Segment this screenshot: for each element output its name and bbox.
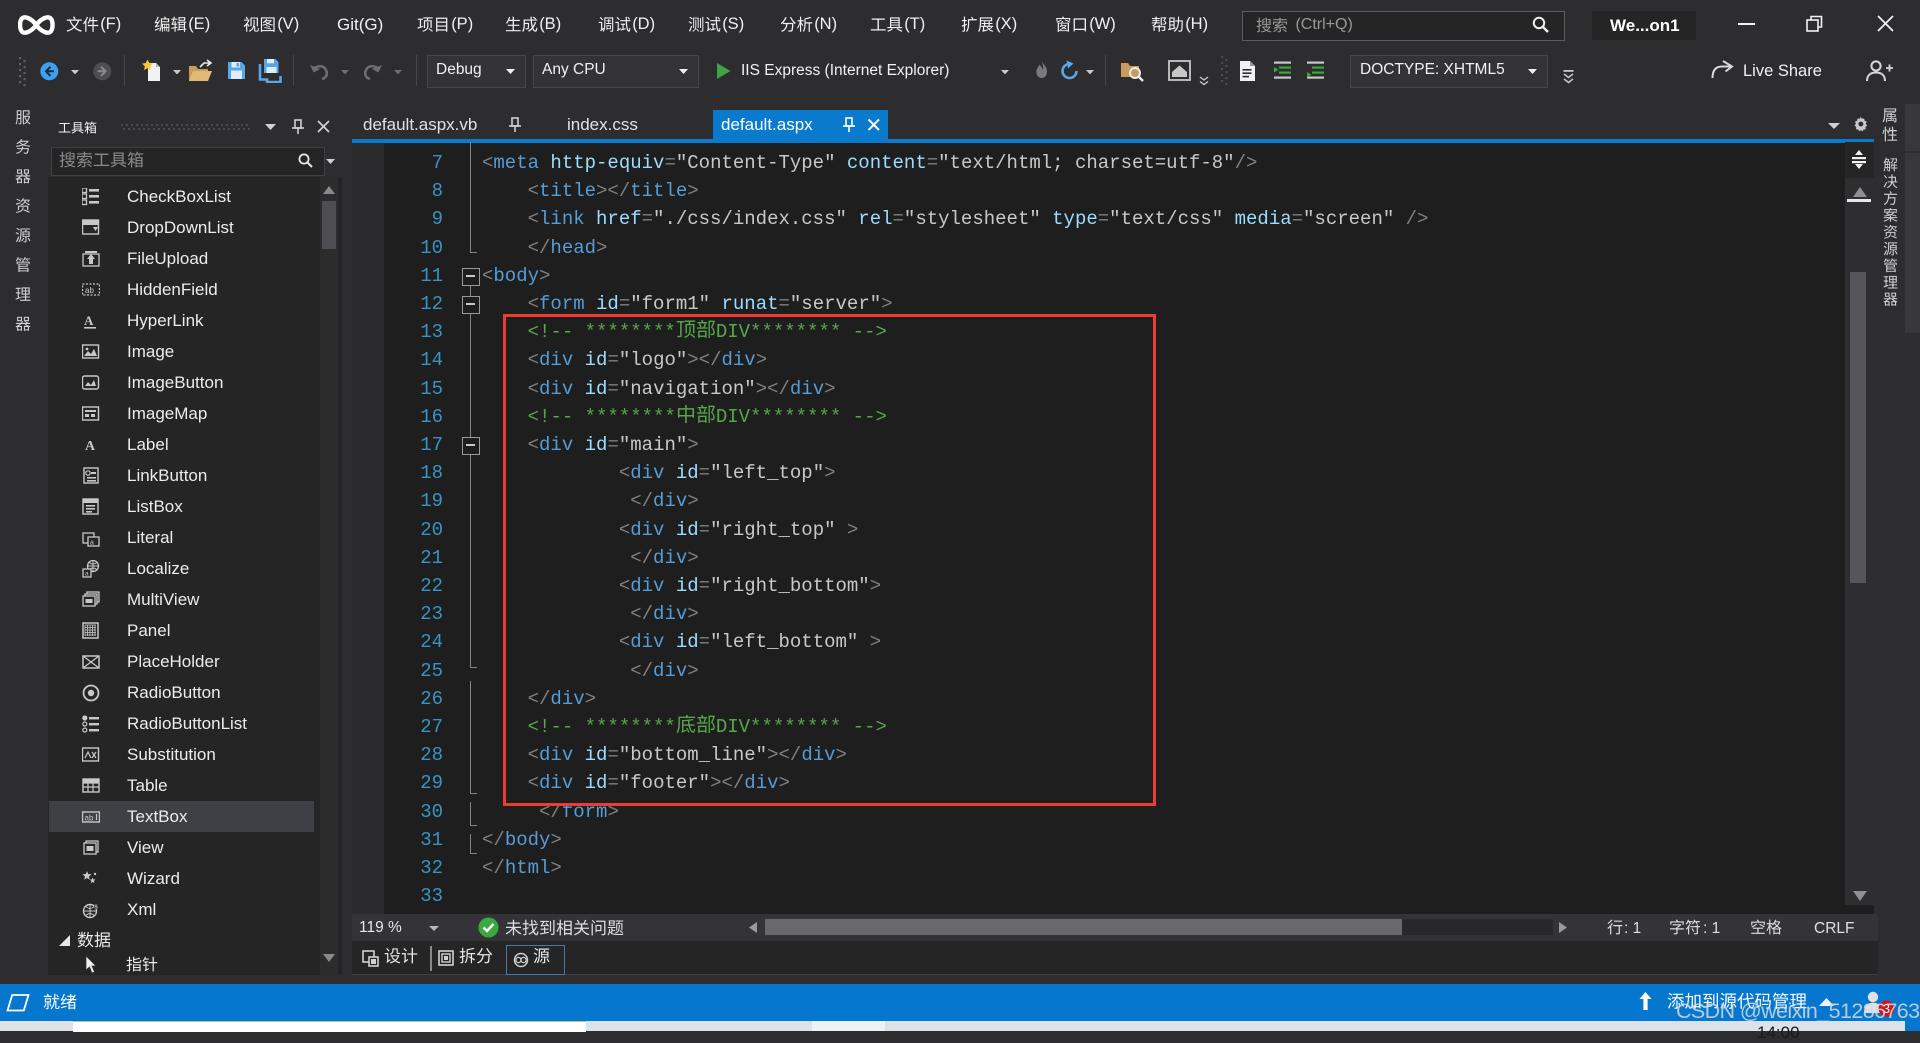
svg-text:A: A [84, 313, 94, 328]
svg-text:a: a [85, 571, 89, 578]
svg-text:ab: ab [85, 814, 94, 823]
svg-text:ab: ab [85, 286, 94, 295]
svg-text:a: a [90, 540, 94, 547]
svg-text:A: A [85, 439, 96, 454]
svg-text:s: s [94, 904, 98, 911]
